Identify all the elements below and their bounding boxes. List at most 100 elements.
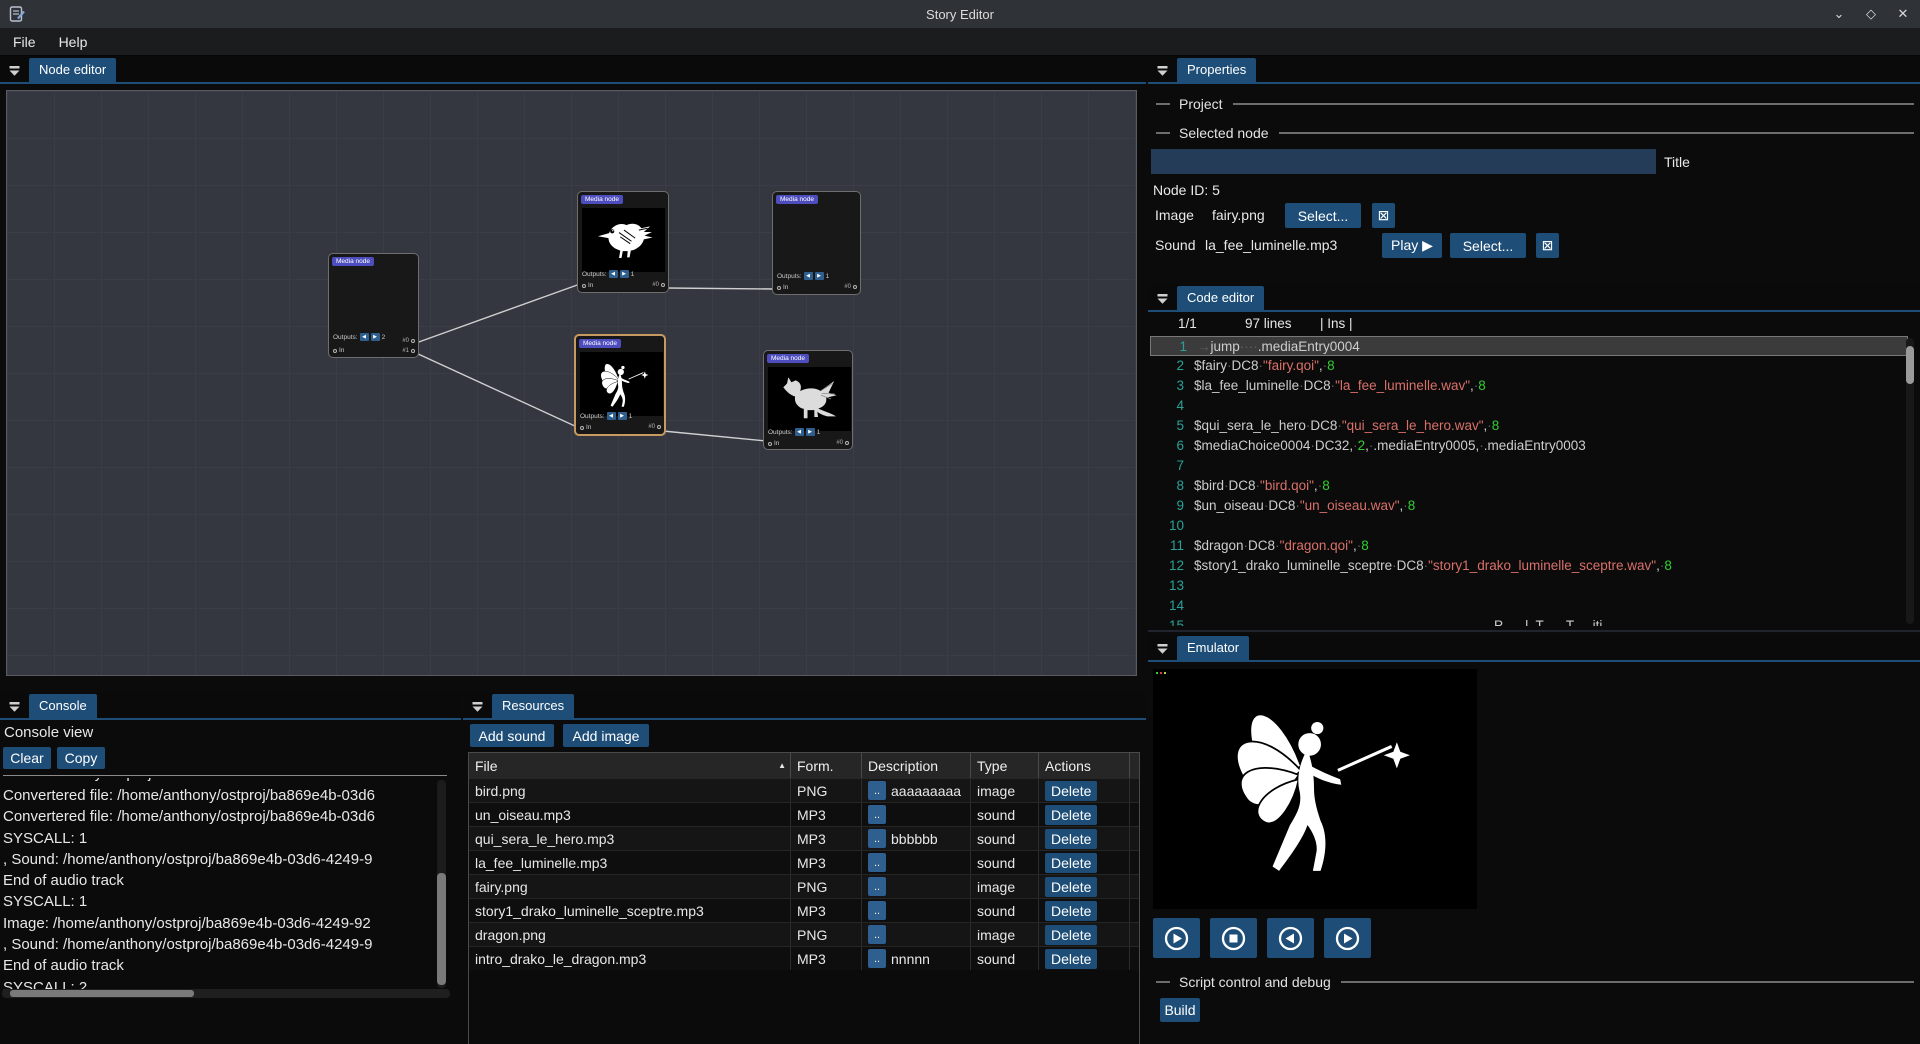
table-row[interactable]: fairy.pngPNG..imageDelete [469,874,1139,898]
sound-play-button[interactable]: Play ▶ [1382,233,1442,258]
tab-properties[interactable]: Properties [1177,58,1256,82]
minimize-icon[interactable]: ⌄ [1828,3,1850,25]
table-row[interactable]: bird.pngPNG..aaaaaaaaaimageDelete [469,778,1139,802]
node-input-port[interactable]: In [582,282,593,289]
outputs-increment-button[interactable]: ▶ [815,272,824,280]
title-input[interactable] [1151,149,1656,174]
outputs-decrement-button[interactable]: ◀ [609,270,618,278]
collapse-icon[interactable] [1157,293,1168,304]
node-media-fairy[interactable]: Media node Outputs: ◀ ▶ 1 In #0 [574,334,666,436]
table-row[interactable]: dragon.pngPNG..imageDelete [469,922,1139,946]
step-forward-button[interactable] [1324,918,1371,958]
maximize-icon[interactable]: ◇ [1860,3,1882,25]
edit-description-button[interactable]: .. [868,781,886,800]
delete-button[interactable]: Delete [1045,925,1097,945]
table-row[interactable]: intro_drako_le_dragon.mp3MP3..nnnnnsound… [469,946,1139,970]
collapse-icon[interactable] [472,701,483,712]
table-row[interactable]: qui_sera_le_hero.mp3MP3..bbbbbbsoundDele… [469,826,1139,850]
play-button[interactable] [1153,918,1200,958]
node-output-port[interactable]: #0 [844,284,857,290]
node-input-port[interactable]: In [768,440,779,447]
delete-button[interactable]: Delete [1045,901,1097,921]
edit-description-button[interactable]: .. [868,853,886,872]
menu-help[interactable]: Help [49,30,98,54]
code-line[interactable]: 6$mediaChoice0004·DC32,·2,·.mediaEntry00… [1148,436,1920,456]
close-icon[interactable]: ✕ [1892,3,1914,25]
tab-resources[interactable]: Resources [492,694,574,718]
image-select-button[interactable]: Select... [1285,203,1361,228]
node-output-port[interactable]: #0 [402,338,415,344]
edit-description-button[interactable]: .. [868,829,886,848]
delete-button[interactable]: Delete [1045,949,1097,969]
code-line[interactable]: 10 [1148,516,1920,536]
code-line[interactable]: 4 [1148,396,1920,416]
node-canvas[interactable]: Media node Outputs: ◀ ▶ 2 In #0 #1 [6,90,1137,676]
console-copy-button[interactable]: Copy [57,747,105,769]
edit-description-button[interactable]: .. [868,901,886,920]
collapse-icon[interactable] [1157,65,1168,76]
add-sound-button[interactable]: Add sound [470,724,554,747]
node-media-choice[interactable]: Media node Outputs: ◀ ▶ 2 In #0 #1 [328,253,419,358]
node-input-port[interactable]: In [777,284,788,291]
delete-button[interactable]: Delete [1045,781,1097,801]
outputs-decrement-button[interactable]: ◀ [360,333,369,341]
console-vscrollbar-thumb[interactable] [437,873,446,985]
code-scrollbar-thumb[interactable] [1906,346,1914,384]
collapse-icon[interactable] [1157,643,1168,654]
code-line[interactable]: 8$bird·DC8·"bird.qoi",·8 [1148,476,1920,496]
tab-code-editor[interactable]: Code editor [1177,286,1264,310]
code-line[interactable]: 9$un_oiseau·DC8·"un_oiseau.wav",·8 [1148,496,1920,516]
column-type[interactable]: Type [971,753,1039,778]
sound-select-button[interactable]: Select... [1450,233,1526,258]
stop-button[interactable] [1210,918,1257,958]
code-line[interactable]: 12$story1_drako_luminelle_sceptre·DC8·"s… [1148,556,1920,576]
tab-console[interactable]: Console [29,694,97,718]
edit-description-button[interactable]: .. [868,877,886,896]
tab-node-editor[interactable]: Node editor [29,58,116,82]
code-line[interactable]: 1→jump····.mediaEntry0004 [1150,336,1908,356]
edit-description-button[interactable]: .. [868,805,886,824]
code-line[interactable]: 3$la_fee_luminelle·DC8·"la_fee_luminelle… [1148,376,1920,396]
node-media-empty[interactable]: Media node Outputs: ◀ ▶ 1 In #0 [772,191,861,295]
edit-description-button[interactable]: .. [868,925,886,944]
delete-button[interactable]: Delete [1045,877,1097,897]
delete-button[interactable]: Delete [1045,805,1097,825]
node-input-port[interactable]: In [580,424,591,431]
delete-button[interactable]: Delete [1045,829,1097,849]
node-output-port[interactable]: #0 [836,440,849,446]
collapse-icon[interactable] [9,65,20,76]
table-row[interactable]: un_oiseau.mp3MP3..soundDelete [469,802,1139,826]
column-format[interactable]: Form. [791,753,862,778]
code-editor-content[interactable]: 1→jump····.mediaEntry00042$fairy·DC8·"fa… [1148,336,1920,626]
code-line[interactable]: 15P l T T iti [1148,616,1920,626]
column-actions[interactable]: Actions [1039,753,1130,778]
delete-button[interactable]: Delete [1045,853,1097,873]
code-line[interactable]: 13 [1148,576,1920,596]
node-output-port[interactable]: #1 [402,348,415,354]
node-input-port[interactable]: In [333,347,344,354]
outputs-increment-button[interactable]: ▶ [618,412,627,420]
outputs-decrement-button[interactable]: ◀ [795,428,804,436]
column-file[interactable]: File▲ [469,753,791,778]
node-output-port[interactable]: #0 [648,424,661,430]
outputs-decrement-button[interactable]: ◀ [804,272,813,280]
outputs-increment-button[interactable]: ▶ [620,270,629,278]
node-output-port[interactable]: #0 [652,282,665,288]
outputs-decrement-button[interactable]: ◀ [607,412,616,420]
step-back-button[interactable] [1267,918,1314,958]
add-image-button[interactable]: Add image [563,724,649,747]
outputs-increment-button[interactable]: ▶ [371,333,380,341]
collapse-icon[interactable] [9,701,20,712]
code-line[interactable]: 11$dragon·DC8·"dragon.qoi",·8 [1148,536,1920,556]
outputs-increment-button[interactable]: ▶ [806,428,815,436]
edit-description-button[interactable]: .. [868,949,886,968]
console-hscrollbar-thumb[interactable] [10,990,194,997]
image-clear-button[interactable]: ⊠ [1372,203,1395,228]
column-description[interactable]: Description [862,753,971,778]
table-row[interactable]: la_fee_luminelle.mp3MP3..soundDelete [469,850,1139,874]
node-media-dragon[interactable]: Media node Outputs: ◀ ▶ 1 In #0 [763,350,853,450]
sound-clear-button[interactable]: ⊠ [1536,233,1559,258]
code-line[interactable]: 5$qui_sera_le_hero·DC8·"qui_sera_le_hero… [1148,416,1920,436]
code-line[interactable]: 14 [1148,596,1920,616]
menu-file[interactable]: File [3,30,46,54]
